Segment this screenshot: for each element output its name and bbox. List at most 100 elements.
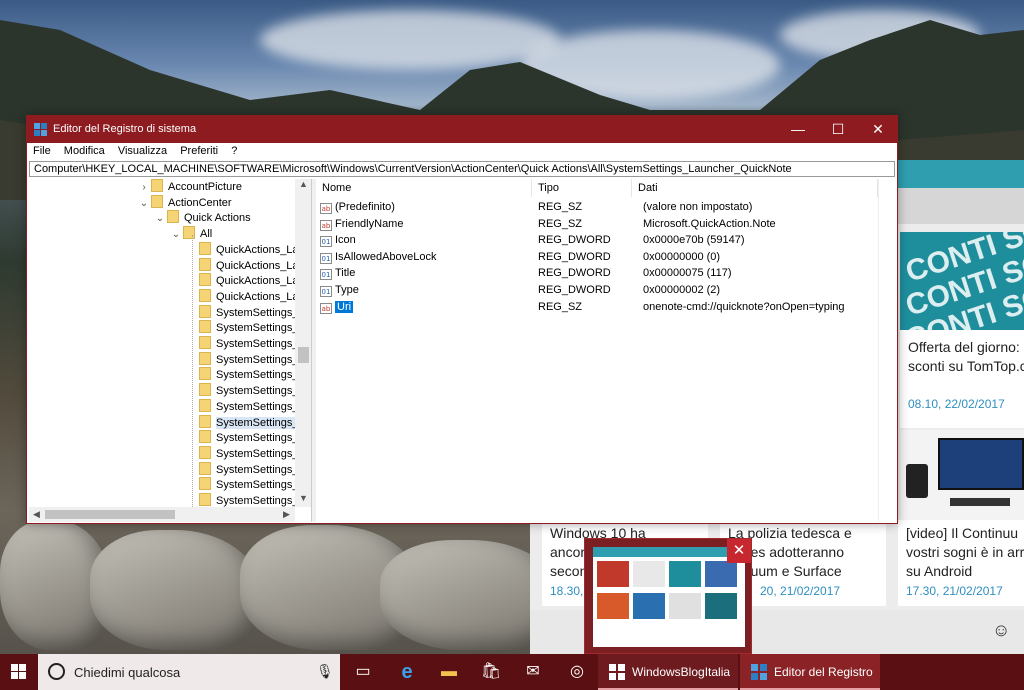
tree-node[interactable]: SystemSettings_N — [185, 461, 306, 478]
registry-values-list: Nome Tipo Dati ab (Predefinito) REG_SZ (val… — [316, 179, 895, 522]
file-explorer-icon[interactable]: ▬ — [428, 654, 470, 690]
value-name: IsAllowedAboveLock — [335, 250, 437, 263]
column-header-nome[interactable]: Nome — [316, 179, 532, 197]
scroll-down-icon[interactable]: ▼ — [295, 493, 311, 503]
tree-node[interactable]: SystemSettings_N — [185, 430, 306, 446]
task-view-icon[interactable]: ▭ — [342, 654, 384, 690]
value-row[interactable]: 01 Title REG_DWORD 0x00000075 (117) — [316, 265, 876, 281]
close-button[interactable]: ✕ — [858, 116, 898, 143]
edge-browser-icon[interactable]: e — [386, 654, 428, 690]
scroll-up-icon[interactable]: ▲ — [295, 179, 311, 189]
menu-modifica[interactable]: Modifica — [58, 143, 105, 157]
folder-icon — [199, 461, 211, 475]
folder-icon — [199, 273, 211, 287]
value-row[interactable]: 01 Icon REG_DWORD 0x0000e70b (59147) — [316, 232, 876, 248]
taskbar-app-windowsblogitalia[interactable]: WindowsBlogItalia — [598, 654, 738, 690]
news-tile-continuum-image[interactable] — [900, 430, 1024, 520]
tree-node[interactable]: SystemSettings_L — [185, 414, 305, 431]
tree-horizontal-scrollbar[interactable]: ◀ ▶ — [29, 507, 295, 522]
value-row[interactable]: ab Uri REG_SZ onenote-cmd://quicknote?onOpe… — [316, 299, 876, 315]
tree-node-label: ActionCenter — [168, 196, 232, 209]
tree-node[interactable]: › AccountPicture — [137, 179, 242, 195]
value-row[interactable]: 01 Type REG_DWORD 0x00000002 (2) — [316, 282, 876, 298]
tree-node-label: SystemSettings_D — [216, 369, 307, 382]
news-tile-offerta[interactable]: CONTI SCO CONTI SCON CONTI SCO Offerta d… — [900, 232, 1024, 428]
store-icon[interactable]: 🛍 — [470, 654, 512, 690]
tree-node[interactable]: SystemSettings_D — [185, 351, 306, 368]
column-header-tipo[interactable]: Tipo — [532, 179, 632, 197]
value-row[interactable]: ab (Predefinito) REG_SZ (valore non imposta… — [316, 199, 876, 215]
value-type: REG_SZ — [538, 300, 583, 313]
menu-preferiti[interactable]: Preferiti — [174, 143, 218, 157]
folder-icon — [199, 320, 211, 334]
menu-visualizza[interactable]: Visualizza — [112, 143, 167, 157]
value-type: REG_DWORD — [538, 267, 611, 280]
tree-node[interactable]: ⌄ ActionCenter — [137, 194, 232, 212]
menu-file[interactable]: File — [27, 143, 51, 157]
folder-icon — [199, 445, 211, 459]
folder-icon — [151, 194, 163, 208]
groove-music-icon[interactable]: ◎ — [556, 654, 598, 690]
tree-node[interactable]: QuickActions_Lau — [185, 288, 305, 305]
tree-node-label: SystemSettings_D — [216, 385, 307, 398]
collapse-chevron-icon[interactable]: ⌄ — [137, 196, 151, 212]
tree-node[interactable]: SystemSettings_D — [185, 398, 306, 415]
folder-icon — [167, 210, 179, 224]
title-bar[interactable]: Editor del Registro di sistema — ☐ ✕ — [27, 116, 897, 143]
tree-node[interactable]: QuickActions_Lau — [185, 241, 305, 258]
sconti-image: CONTI SCO CONTI SCON CONTI SCO — [900, 232, 1024, 357]
value-row[interactable]: ab FriendlyName REG_SZ Microsoft.QuickActio… — [316, 216, 876, 232]
window-title: Editor del Registro di sistema — [53, 123, 197, 135]
news-tile-continuum[interactable]: [video] Il Continuu vostri sogni è in ar… — [898, 520, 1024, 606]
value-data: 0x00000000 (0) — [643, 250, 721, 263]
value-row[interactable]: 01 IsAllowedAboveLock REG_DWORD 0x00000000 … — [316, 249, 876, 265]
taskbar-thumbnail-preview[interactable]: ✕ — [584, 538, 752, 654]
collapse-chevron-icon[interactable]: ⌄ — [153, 211, 167, 227]
cortana-search-box[interactable]: Chiedimi qualcosa 🎙 — [38, 654, 340, 690]
column-header-dati[interactable]: Dati — [632, 179, 878, 197]
expand-chevron-icon[interactable]: › — [137, 180, 151, 196]
regedit-taskbar-icon — [751, 664, 767, 680]
tree-node[interactable]: QuickActions_Lau — [185, 257, 305, 274]
tree-node[interactable]: ⌄ All — [169, 226, 212, 242]
scroll-thumb[interactable] — [45, 510, 175, 519]
menu-help[interactable]: ? — [225, 143, 237, 157]
tree-node[interactable]: SystemSettings_N — [185, 445, 306, 462]
news-date: 18.30, — [550, 584, 584, 598]
tree-vertical-scrollbar[interactable]: ▲ ▼ — [295, 179, 311, 507]
tree-node[interactable]: SystemSettings_N — [185, 477, 306, 493]
thumbnail-close-button[interactable]: ✕ — [727, 539, 751, 563]
scroll-right-icon[interactable]: ▶ — [283, 507, 290, 522]
news-headline: Offerta del giorno: sconti su TomTop.co — [908, 339, 1024, 374]
feedback-smiley-icon[interactable]: ☺ — [992, 620, 1010, 641]
folder-icon — [199, 414, 211, 428]
tree-node[interactable]: SystemSettings_C — [185, 320, 306, 336]
microphone-icon[interactable]: 🎙 — [316, 663, 334, 680]
tree-node[interactable]: SystemSettings_B — [185, 304, 306, 321]
taskbar-app-regedit[interactable]: Editor del Registro ... — [740, 654, 880, 690]
dword-value-icon: 01 — [320, 286, 332, 297]
tree-node[interactable]: SystemSettings_D — [185, 367, 306, 383]
tree-node[interactable]: SystemSettings_D — [185, 336, 306, 352]
windows-start-icon[interactable] — [0, 654, 38, 690]
mail-icon[interactable]: ✉ — [512, 654, 554, 690]
taskbar-app-label: WindowsBlogItalia — [632, 665, 731, 679]
collapse-chevron-icon[interactable]: ⌄ — [169, 227, 183, 243]
values-scrollbar[interactable] — [878, 179, 895, 522]
maximize-button[interactable]: ☐ — [818, 116, 858, 143]
scroll-thumb[interactable] — [298, 347, 309, 363]
tree-node[interactable]: QuickActions_Lau — [185, 273, 305, 289]
string-value-icon: ab — [320, 219, 332, 231]
tree-node-label: Quick Actions — [184, 212, 251, 225]
tree-node-label: SystemSettings_B — [216, 306, 306, 319]
news-date: 20, 21/02/2017 — [760, 584, 841, 598]
tree-node-label: SystemSettings_N — [216, 432, 307, 445]
tree-node[interactable]: ⌄ Quick Actions — [153, 210, 251, 226]
tree-node-label: SystemSettings_N — [216, 479, 307, 492]
tree-node[interactable]: SystemSettings_D — [185, 383, 306, 399]
scroll-left-icon[interactable]: ◀ — [33, 507, 40, 522]
folder-icon — [199, 398, 211, 412]
minimize-button[interactable]: — — [778, 116, 818, 143]
address-bar[interactable]: Computer\HKEY_LOCAL_MACHINE\SOFTWARE\Mic… — [29, 161, 895, 177]
tree-node-label: QuickActions_Lau — [216, 290, 305, 303]
